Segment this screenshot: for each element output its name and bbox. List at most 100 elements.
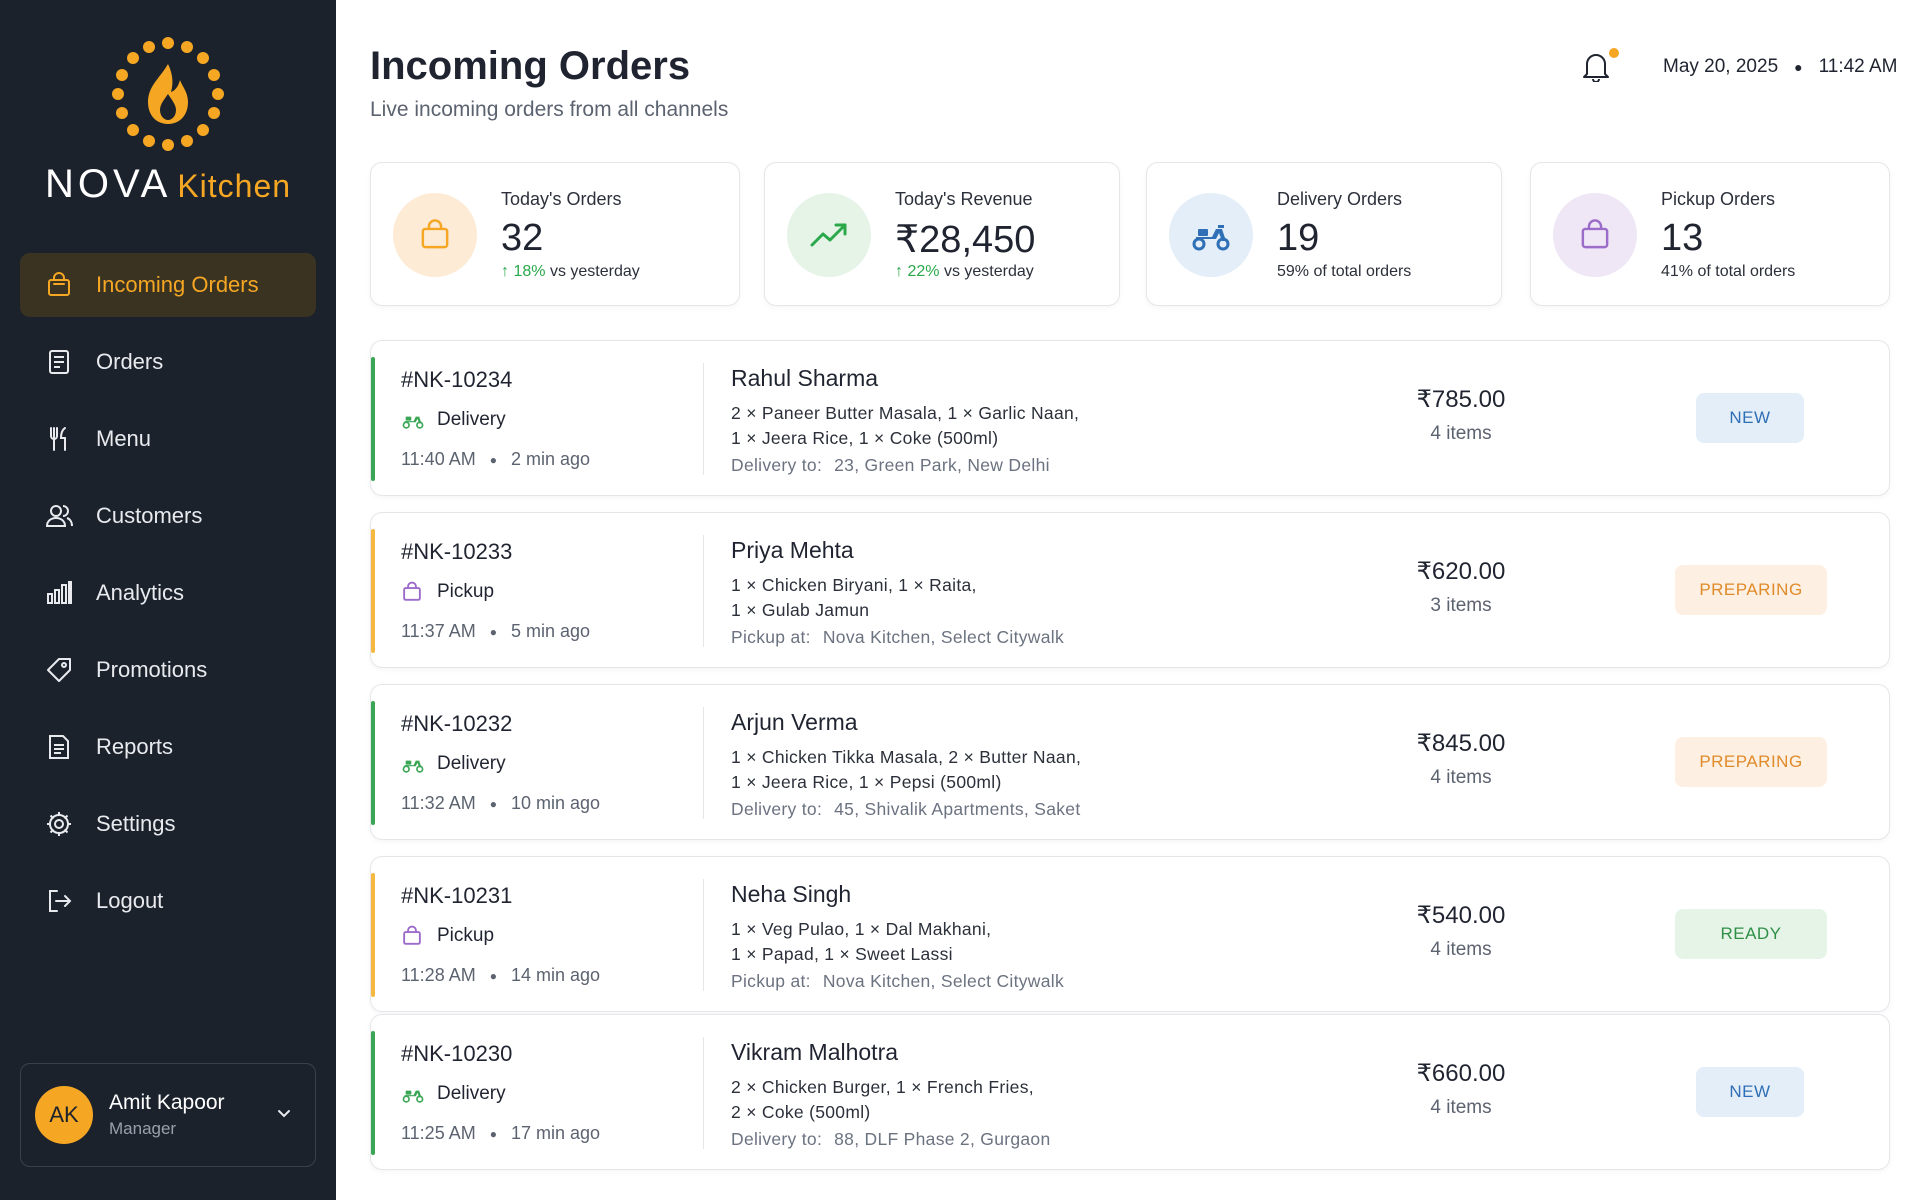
notification-dot (1609, 48, 1619, 58)
customer-name: Neha Singh (731, 881, 852, 907)
user-role: Manager (109, 1119, 177, 1138)
sidebar-item-promotions[interactable]: Promotions (20, 638, 316, 702)
order-time: 11:37 AM ● 5 min ago (401, 621, 591, 641)
receipt-icon (44, 347, 74, 377)
sidebar-item-incoming-orders[interactable]: Incoming Orders (20, 253, 316, 317)
stat-value: ₹28,450 (895, 219, 1036, 261)
stat-delta: ↑ 22% vs yesterday (895, 263, 1034, 280)
sidebar-item-analytics[interactable]: Analytics (20, 561, 316, 625)
divider (703, 535, 704, 647)
order-type: Pickup (401, 925, 494, 947)
users-icon (44, 501, 74, 531)
divider (703, 363, 704, 475)
order-card[interactable]: #NK-10230 Delivery 11:25 AM ● 17 min ago V… (370, 1014, 1890, 1170)
order-item-count: 4 items (1430, 939, 1492, 960)
sidebar-item-label: Customers (96, 503, 203, 528)
stat-label: Delivery Orders (1277, 189, 1403, 209)
order-type-bar (371, 701, 375, 825)
order-type: Delivery (401, 753, 506, 775)
customer-name: Rahul Sharma (731, 365, 879, 391)
order-address: Pickup at: Nova Kitchen, Select Citywalk (731, 627, 1065, 647)
stat-label: Pickup Orders (1661, 189, 1776, 209)
sidebar-item-label: Promotions (96, 657, 208, 682)
sidebar-item-label: Reports (96, 734, 174, 759)
header-date: May 20, 2025 (1663, 56, 1779, 77)
sidebar: NOVA Kitchen Incoming Orders Orders Menu … (0, 0, 336, 1200)
scooter-icon (401, 411, 427, 429)
main-content: Incoming Orders Live incoming orders fro… (336, 0, 1920, 1200)
stat-label: Today's Orders (501, 189, 622, 209)
order-price: ₹845.00 (1416, 730, 1506, 757)
order-item-count: 4 items (1430, 423, 1492, 444)
sidebar-item-logout[interactable]: Logout (20, 869, 316, 933)
separator-dot: ● (1794, 59, 1803, 75)
order-id: #NK-10231 (401, 883, 513, 908)
stat-card-todays-revenue[interactable]: Today's Revenue ₹28,450 ↑ 22% vs yesterd… (764, 162, 1120, 306)
divider (703, 707, 704, 819)
header-time: 11:42 AM (1818, 56, 1898, 77)
sidebar-nav: Incoming Orders Orders Menu Customers An… (20, 253, 316, 946)
brand-logo[interactable]: NOVA Kitchen (0, 36, 336, 207)
sidebar-item-reports[interactable]: Reports (20, 715, 316, 779)
order-time: 11:28 AM ● 14 min ago (401, 965, 601, 985)
order-price: ₹620.00 (1416, 558, 1506, 585)
order-card[interactable]: #NK-10234 Delivery 11:40 AM ● 2 min ago Ra… (370, 340, 1890, 496)
bell-icon[interactable] (1581, 50, 1611, 87)
order-item-count: 3 items (1430, 595, 1492, 616)
order-card[interactable]: #NK-10232 Delivery 11:32 AM ● 10 min ago A… (370, 684, 1890, 840)
scooter-icon (1169, 193, 1253, 277)
user-name: Amit Kapoor (109, 1091, 225, 1114)
order-time: 11:40 AM ● 2 min ago (401, 449, 591, 469)
shopping-bag-icon (401, 581, 427, 603)
sidebar-item-label: Logout (96, 888, 164, 913)
stat-value: 13 (1661, 217, 1704, 259)
status-badge[interactable]: PREPARING (1675, 565, 1827, 615)
sidebar-item-menu[interactable]: Menu (20, 407, 316, 471)
status-badge[interactable]: NEW (1696, 1067, 1804, 1117)
sidebar-item-label: Analytics (96, 580, 185, 605)
status-badge[interactable]: PREPARING (1675, 737, 1827, 787)
shopping-bag-icon (1553, 193, 1637, 277)
customer-name: Vikram Malhotra (731, 1039, 899, 1065)
order-id: #NK-10230 (401, 1041, 513, 1066)
customer-name: Priya Mehta (731, 537, 854, 563)
sidebar-item-label: Orders (96, 349, 164, 374)
sidebar-item-settings[interactable]: Settings (20, 792, 316, 856)
sidebar-item-customers[interactable]: Customers (20, 484, 316, 548)
order-card[interactable]: #NK-10231 Pickup 11:28 AM ● 14 min ago Neh… (370, 856, 1890, 1012)
order-card[interactable]: #NK-10233 Pickup 11:37 AM ● 5 min ago Priy… (370, 512, 1890, 668)
order-type: Delivery (401, 1083, 506, 1105)
divider (703, 879, 704, 991)
sidebar-item-label: Settings (96, 811, 176, 836)
order-time: 11:25 AM ● 17 min ago (401, 1123, 601, 1143)
gear-icon (44, 809, 74, 839)
order-type-bar (371, 1031, 375, 1155)
logout-icon (44, 886, 74, 916)
shopping-bag-icon (401, 925, 427, 947)
avatar: AK (35, 1086, 93, 1144)
order-item-count: 4 items (1430, 767, 1492, 788)
order-price: ₹540.00 (1416, 902, 1506, 929)
arrow-up-icon: ↑ (501, 263, 514, 280)
divider (703, 1037, 704, 1149)
stat-card-pickup-orders[interactable]: Pickup Orders 13 41% of total orders (1530, 162, 1890, 306)
stat-note: 59% of total orders (1277, 263, 1412, 280)
order-items: 1 × Chicken Biryani, 1 × Raita, 1 × Gulab… (731, 575, 977, 620)
user-menu[interactable]: AK Amit Kapoor Manager (20, 1063, 316, 1167)
stat-card-delivery-orders[interactable]: Delivery Orders 19 59% of total orders (1146, 162, 1502, 306)
order-address: Delivery to: 88, DLF Phase 2, Gurgaon (731, 1129, 1051, 1149)
stat-card-todays-orders[interactable]: Today's Orders 32 ↑ 18% vs yesterday (370, 162, 740, 306)
order-type-bar (371, 873, 375, 997)
order-address: Delivery to: 45, Shivalik Apartments, Sak… (731, 799, 1081, 819)
status-badge[interactable]: NEW (1696, 393, 1804, 443)
status-badge[interactable]: READY (1675, 909, 1827, 959)
order-type-bar (371, 529, 375, 653)
header-datetime: May 20, 2025 ● 11:42 AM (1663, 56, 1897, 78)
sidebar-item-label: Menu (96, 426, 152, 451)
chevron-down-icon[interactable] (275, 1104, 293, 1127)
trend-up-icon (787, 193, 871, 277)
report-icon (44, 732, 74, 762)
sidebar-item-orders[interactable]: Orders (20, 330, 316, 394)
order-price: ₹660.00 (1416, 1060, 1506, 1087)
order-type-bar (371, 357, 375, 481)
